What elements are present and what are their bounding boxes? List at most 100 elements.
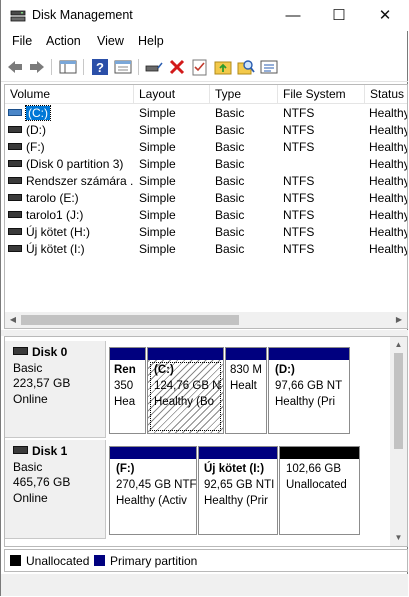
- volume-layout: Simple: [139, 123, 176, 137]
- delete-icon[interactable]: [167, 57, 187, 77]
- svg-text:?: ?: [96, 60, 104, 75]
- menu-action[interactable]: Action: [46, 34, 81, 48]
- disk-management-window: Disk Management — ☐ ✕ File Action View H…: [0, 0, 408, 596]
- volume-cell: Rendszer számára ...: [8, 173, 134, 190]
- close-button[interactable]: ✕: [362, 0, 408, 31]
- toolbar: ?: [1, 53, 408, 82]
- properties-icon[interactable]: [113, 57, 133, 77]
- volume-icon: [8, 109, 22, 117]
- partition-status: Healt: [230, 380, 257, 392]
- window-title: Disk Management: [32, 8, 133, 22]
- partition-size: 350: [114, 380, 134, 392]
- volume-row[interactable]: (Disk 0 partition 3) Simple Basic Healthy: [5, 156, 407, 173]
- volume-list[interactable]: Volume Layout Type File System Status (C…: [4, 84, 408, 329]
- menu-view[interactable]: View: [97, 34, 124, 48]
- volume-status: Healthy: [369, 208, 408, 222]
- partition-bar: [148, 348, 223, 360]
- partition-i[interactable]: Új kötet (I:) 92,65 GB NTI Healthy (Prir: [198, 446, 278, 535]
- volume-row[interactable]: Rendszer számára ... Simple Basic NTFS Healt…: [5, 173, 407, 190]
- column-header-file-system[interactable]: File System: [278, 85, 365, 104]
- partition-unallocated[interactable]: 102,66 GB Unallocated: [279, 446, 360, 535]
- disk-name: Disk 0: [32, 345, 68, 359]
- volume-row[interactable]: (C:) Simple Basic NTFS Healthy: [5, 105, 407, 122]
- volume-row[interactable]: tarolo (E:) Simple Basic NTFS Healthy: [5, 190, 407, 207]
- volume-icon: [8, 194, 22, 202]
- horizontal-scroll-thumb[interactable]: [21, 315, 239, 325]
- vertical-scroll-thumb[interactable]: [394, 353, 403, 449]
- volume-file-system: NTFS: [283, 225, 315, 239]
- volume-status: Healthy: [369, 140, 408, 154]
- volume-file-system: NTFS: [283, 191, 315, 205]
- menu-help[interactable]: Help: [138, 34, 164, 48]
- volume-row[interactable]: Új kötet (I:) Simple Basic NTFS Healthy: [5, 241, 407, 258]
- column-header-type[interactable]: Type: [210, 85, 278, 104]
- volume-cell: Új kötet (H:): [8, 224, 134, 241]
- folder-up-icon[interactable]: [213, 57, 233, 77]
- toolbar-separator: [83, 59, 84, 75]
- volume-row[interactable]: tarolo1 (J:) Simple Basic NTFS Healthy: [5, 207, 407, 224]
- partition-name: (F:): [116, 463, 135, 475]
- column-header-volume[interactable]: Volume: [5, 85, 134, 104]
- partition-d[interactable]: (D:) 97,66 GB NT Healthy (Pri: [268, 347, 350, 434]
- minimize-button[interactable]: —: [270, 0, 316, 31]
- column-header-layout[interactable]: Layout: [134, 85, 210, 104]
- volume-layout: Simple: [139, 242, 176, 256]
- partition-size: 270,45 GB NTF: [116, 479, 196, 491]
- disk-graphical-view[interactable]: Disk 0 Basic 223,57 GB Online Ren 350 Hea …: [4, 336, 408, 547]
- partition-status: Healthy (Prir: [204, 495, 268, 507]
- partition-disk-0-partition-3[interactable]: 830 M Healt: [225, 347, 267, 434]
- disk-state: Online: [13, 490, 48, 505]
- legend-swatch-unallocated: [10, 555, 21, 566]
- legend-label-unallocated: Unallocated: [26, 554, 90, 568]
- legend: Unallocated Primary partition: [4, 549, 408, 572]
- partition-c-selected[interactable]: (C:) 124,76 GB N Healthy (Bo: [147, 347, 224, 434]
- scroll-left-icon[interactable]: ◀: [5, 312, 21, 328]
- legend-swatch-primary: [94, 555, 105, 566]
- horizontal-scrollbar[interactable]: ◀ ▶: [5, 312, 407, 328]
- search-icon[interactable]: [236, 57, 256, 77]
- partition-f[interactable]: (F:) 270,45 GB NTF Healthy (Activ: [109, 446, 197, 535]
- partition-bar: [226, 348, 266, 360]
- volume-cell: (Disk 0 partition 3): [8, 156, 134, 173]
- scroll-up-icon[interactable]: ▲: [390, 337, 407, 353]
- disk-1-info[interactable]: Disk 1 Basic 465,76 GB Online: [5, 440, 106, 539]
- partition-bar: [269, 348, 349, 360]
- status-bar: [1, 574, 408, 596]
- disk-size: 465,76 GB: [13, 475, 71, 489]
- disk-size: 223,57 GB: [13, 376, 71, 390]
- toolbar-separator: [138, 59, 139, 75]
- volume-file-system: NTFS: [283, 242, 315, 256]
- volume-layout: Simple: [139, 140, 176, 154]
- volume-name: Rendszer számára ...: [26, 174, 134, 188]
- volume-row[interactable]: (D:) Simple Basic NTFS Healthy: [5, 122, 407, 139]
- volume-row[interactable]: Új kötet (H:) Simple Basic NTFS Healthy: [5, 224, 407, 241]
- volume-row[interactable]: (F:) Simple Basic NTFS Healthy: [5, 139, 407, 156]
- partition-system-reserved[interactable]: Ren 350 Hea: [109, 347, 146, 434]
- column-header-status[interactable]: Status: [365, 85, 407, 104]
- back-icon[interactable]: [5, 57, 25, 77]
- partition-status: Hea: [114, 396, 136, 408]
- help-icon[interactable]: ?: [90, 57, 110, 77]
- volume-name: Új kötet (H:): [26, 225, 91, 239]
- check-icon[interactable]: [190, 57, 210, 77]
- scroll-down-icon[interactable]: ▼: [390, 530, 407, 546]
- show-hide-console-tree-icon[interactable]: [58, 57, 78, 77]
- partition-bar: [199, 447, 277, 459]
- disk-0-info[interactable]: Disk 0 Basic 223,57 GB Online: [5, 341, 106, 438]
- volume-type: Basic: [215, 208, 245, 222]
- partition-status: Healthy (Pri: [275, 396, 336, 408]
- disk-type: Basic: [13, 459, 43, 474]
- connect-drive-icon[interactable]: [144, 57, 164, 77]
- scroll-right-icon[interactable]: ▶: [391, 312, 407, 328]
- menu-bar: File Action View Help: [1, 31, 408, 53]
- forward-icon[interactable]: [27, 57, 47, 77]
- volume-type: Basic: [215, 106, 245, 120]
- vertical-scrollbar[interactable]: ▲ ▼: [390, 337, 407, 546]
- disk-icon: [13, 445, 28, 454]
- menu-file[interactable]: File: [12, 34, 32, 48]
- partition-name: (C:): [154, 364, 174, 376]
- maximize-button[interactable]: ☐: [316, 0, 362, 31]
- volume-icon: [8, 126, 22, 134]
- volume-type: Basic: [215, 225, 245, 239]
- rescan-icon[interactable]: [259, 57, 279, 77]
